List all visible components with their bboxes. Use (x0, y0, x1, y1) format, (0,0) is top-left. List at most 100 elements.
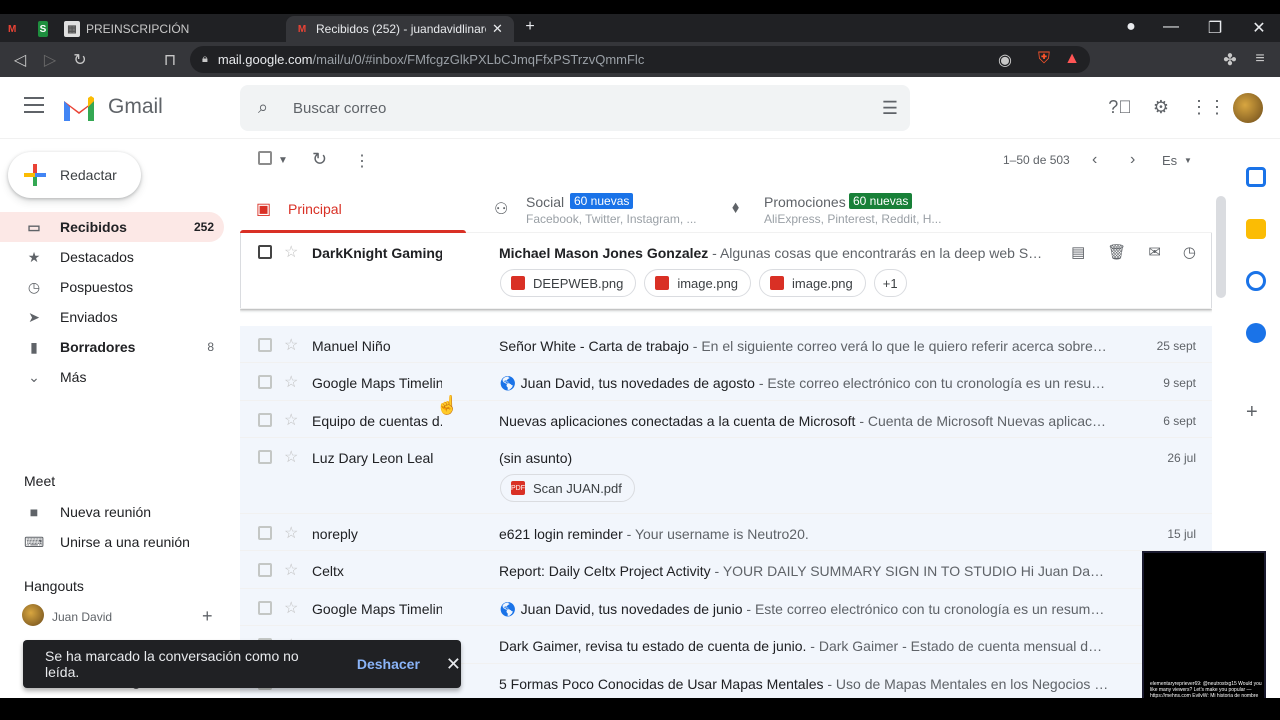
star-icon[interactable]: ☆ (284, 410, 298, 430)
row-checkbox[interactable] (258, 413, 272, 432)
archive-icon[interactable]: ▤ (1071, 243, 1085, 261)
bookmark-icon[interactable]: ⊓ (160, 50, 180, 70)
forward-icon[interactable]: ▷ (40, 50, 60, 70)
contacts-icon[interactable] (1246, 323, 1266, 343)
keep-icon[interactable] (1246, 219, 1266, 239)
email-date: 25 sept (1156, 339, 1196, 353)
tab-gmail-pinned[interactable]: M (0, 16, 20, 42)
tab-promociones[interactable]: ⬧ Promociones 60 nuevas AliExpress, Pint… (716, 183, 956, 233)
mark-unread-icon[interactable]: ✉ (1148, 243, 1161, 261)
row-checkbox[interactable] (258, 338, 272, 357)
brave-shield-icon[interactable]: ⛨ (1034, 50, 1054, 68)
row-checkbox[interactable] (258, 563, 272, 582)
unread-count: 252 (193, 220, 214, 234)
row-checkbox[interactable] (258, 526, 272, 545)
calendar-icon[interactable] (1246, 167, 1266, 187)
email-row[interactable]: ☆ Celtx Report: Daily Celtx Project Acti… (240, 551, 1212, 589)
row-checkbox[interactable] (258, 245, 272, 264)
account-avatar[interactable] (1233, 93, 1263, 123)
compose-label: Redactar (60, 167, 117, 183)
sidebar-item-recibidos[interactable]: ▭ Recibidos 252 (0, 212, 224, 242)
profile-icon[interactable]: ● (1119, 18, 1143, 36)
address-bar[interactable]: 🔒︎ mail.google.com /mail/u/0/#inbox/FMfc… (190, 46, 1090, 73)
language-dropdown-icon[interactable]: ▼ (1184, 156, 1192, 165)
attachment-chip[interactable]: image.png (759, 269, 866, 297)
search-icon[interactable]: ⌕ (258, 97, 268, 118)
email-row[interactable]: ☆ DarkKnight Gaming Michael Mason Jones … (240, 233, 1212, 309)
eye-icon[interactable]: ◉ (995, 50, 1015, 70)
tab-pinned-2[interactable]: S (30, 16, 54, 42)
back-icon[interactable]: ◁ (10, 50, 30, 70)
sidebar-item-pospuestos[interactable]: ◷ Pospuestos (0, 272, 224, 302)
hangouts-user[interactable]: Juan David (52, 610, 112, 624)
next-page-icon[interactable]: › (1130, 151, 1135, 169)
hangouts-avatar[interactable] (22, 604, 44, 626)
help-icon[interactable]: ?⃝ (1108, 97, 1132, 118)
select-dropdown-icon[interactable]: ▼ (278, 155, 288, 166)
email-row[interactable]: ☆ Luz Dary Leon Leal (sin asunto) 26 jul… (240, 438, 1212, 514)
star-icon[interactable]: ☆ (284, 598, 298, 618)
apps-grid-icon[interactable]: ⋮⋮ (1190, 97, 1226, 118)
new-tab-button[interactable]: + (518, 18, 542, 36)
row-checkbox[interactable] (258, 450, 272, 469)
more-attachments-chip[interactable]: +1 (873, 269, 907, 297)
close-snackbar-icon[interactable]: ✕ (446, 654, 461, 675)
compose-button[interactable]: Redactar (8, 152, 141, 198)
meet-join-meeting[interactable]: ⌨ Unirse a una reunión (0, 528, 190, 556)
select-all-checkbox[interactable] (258, 151, 272, 170)
star-icon[interactable]: ☆ (284, 372, 298, 392)
settings-gear-icon[interactable]: ⚙ (1149, 97, 1173, 118)
menu-icon[interactable]: ≡ (1250, 50, 1270, 68)
tab-recibidos[interactable]: M Recibidos (252) - juandavidlinares ✕ (286, 16, 514, 42)
email-row[interactable]: ☆ Google Maps Timeline 🌎︎ Juan David, tu… (240, 589, 1212, 626)
tab-principal[interactable]: ▣ Principal (240, 183, 466, 233)
brave-rewards-icon[interactable]: ▲ (1062, 50, 1082, 68)
reload-icon[interactable]: ↻ (70, 50, 90, 70)
row-checkbox[interactable] (258, 601, 272, 620)
row-checkbox[interactable] (258, 375, 272, 394)
tab-preinscripcion[interactable]: ▦ PREINSCRIPCIÓN (56, 16, 276, 42)
add-contact-icon[interactable]: + (202, 606, 213, 627)
extensions-icon[interactable]: ✤ (1220, 50, 1240, 70)
search-bar[interactable]: ⌕ Buscar correo ☰ (240, 85, 910, 131)
attachment-chip[interactable]: image.png (644, 269, 752, 297)
minimize-icon[interactable]: — (1159, 18, 1183, 36)
delete-icon[interactable]: 🗑︎ (1107, 243, 1126, 261)
star-icon[interactable]: ☆ (284, 447, 298, 467)
sidebar-item-mas[interactable]: ⌄ Más (0, 362, 224, 392)
email-date: 6 sept (1163, 414, 1196, 428)
star-icon[interactable]: ☆ (284, 560, 298, 580)
list-scrollbar[interactable] (1216, 196, 1226, 298)
email-row[interactable]: ☆ Google Maps Timeline 🌎︎ Juan David, tu… (240, 363, 1212, 401)
language-selector[interactable]: Es (1162, 153, 1177, 168)
star-icon[interactable]: ☆ (284, 335, 298, 355)
email-date: 26 jul (1167, 451, 1196, 465)
prev-page-icon[interactable]: ‹ (1092, 151, 1097, 169)
sidebar-item-destacados[interactable]: ★ Destacados (0, 242, 224, 272)
close-window-icon[interactable]: ✕ (1247, 18, 1271, 38)
image-file-icon (770, 276, 785, 290)
sidebar-item-borradores[interactable]: ▮ Borradores 8 (0, 332, 224, 362)
meet-new-meeting[interactable]: ■ Nueva reunión (0, 498, 151, 526)
tab-social[interactable]: ⚇ Social 60 nuevas Facebook, Twitter, In… (478, 183, 698, 233)
more-options-icon[interactable]: ⋮ (354, 151, 370, 171)
email-row[interactable]: ☆ noreply e621 login reminder - Your use… (240, 514, 1212, 551)
maximize-icon[interactable]: ❐ (1203, 18, 1227, 38)
email-row[interactable]: ☆ Equipo de cuentas d. Nuevas aplicacion… (240, 401, 1212, 438)
refresh-icon[interactable]: ↻ (312, 149, 327, 170)
star-icon[interactable]: ☆ (284, 523, 298, 543)
snooze-icon[interactable]: ◷ (1183, 243, 1196, 261)
undo-button[interactable]: Deshacer (357, 656, 420, 672)
attachment-chip[interactable]: PDF Scan JUAN.pdf (500, 474, 635, 502)
add-addon-icon[interactable]: + (1246, 401, 1258, 424)
email-row[interactable]: ☆ Manuel Niño Señor White - Carta de tra… (240, 326, 1212, 363)
search-input[interactable]: Buscar correo (293, 100, 386, 117)
sidebar-item-enviados[interactable]: ➤ Enviados (0, 302, 224, 332)
main-menu-icon[interactable] (24, 97, 44, 113)
sidebar-item-label: Más (60, 369, 87, 385)
search-options-icon[interactable]: ☰ (882, 98, 898, 119)
close-tab-icon[interactable]: ✕ (492, 21, 503, 37)
tasks-icon[interactable] (1246, 271, 1266, 291)
attachment-chip[interactable]: DEEPWEB.png (500, 269, 637, 297)
star-icon[interactable]: ☆ (284, 242, 298, 262)
